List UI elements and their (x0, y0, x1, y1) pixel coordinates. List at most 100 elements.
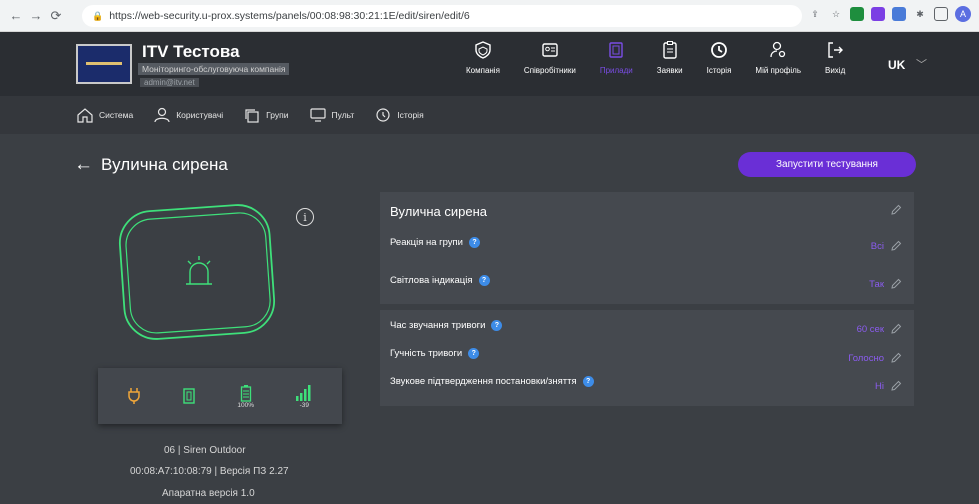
nav-label: Прилади (599, 66, 633, 75)
clipboard-icon (662, 41, 677, 59)
subnav-users[interactable]: Користувачі (153, 107, 223, 123)
language-selector[interactable]: UK (888, 58, 905, 72)
subnav-history[interactable]: Історія (374, 107, 424, 123)
nav-company[interactable]: Компанія (466, 40, 500, 75)
subnav-label: Пульт (331, 110, 355, 120)
subnav-system[interactable]: Система (76, 107, 133, 123)
settings-panel: Вулична сирена Реакція на групи ? Всі Св… (380, 192, 914, 304)
address-bar[interactable]: 🔒 https://web-security.u-prox.systems/pa… (82, 5, 802, 27)
history-icon (376, 108, 390, 122)
help-icon[interactable]: ? (491, 320, 503, 331)
setting-label: Час звучання тривоги (390, 320, 486, 331)
battery-icon (240, 384, 251, 402)
help-icon[interactable]: ? (478, 275, 490, 286)
reload-icon[interactable]: ⟳ (46, 8, 66, 24)
avatar[interactable]: A (955, 6, 971, 22)
signal-value: -39 (299, 401, 310, 409)
setting-label: Звукове підтвердження постановки/зняття (390, 376, 577, 387)
setting-row-arm-sound-confirm: Звукове підтвердження постановки/зняття … (390, 376, 594, 387)
company-name: ITV Тестова (142, 42, 240, 61)
device-hardware-version: Апаратна версія 1.0 (162, 488, 255, 499)
puzzle-icon[interactable]: ✱ (913, 7, 927, 21)
app-header: ITV Тестова Моніторинго-обслуговуюча ком… (0, 32, 979, 96)
setting-value-alarm-volume[interactable]: Голосно (848, 352, 902, 364)
back-arrow-icon[interactable]: ← (6, 8, 26, 23)
nav-history[interactable]: Історія (707, 40, 731, 75)
signal-strength-icon (296, 384, 311, 401)
page-title-text: Вулична сирена (101, 155, 228, 174)
back-arrow-icon[interactable]: ← (74, 154, 93, 176)
setting-label: Світлова індикація (390, 275, 473, 286)
pencil-icon (891, 204, 902, 215)
device-model: 06 | Siren Outdoor (164, 445, 246, 456)
setting-value: Так (869, 278, 884, 290)
profile-gear-icon (770, 41, 786, 58)
nav-profile[interactable]: Мій профіль (755, 40, 801, 75)
subnav-console[interactable]: Пульт (309, 107, 355, 123)
setting-value-arm-sound-confirm[interactable]: Ні (875, 380, 902, 392)
setting-value-light-indication[interactable]: Так (869, 278, 902, 290)
setting-row-alarm-duration: Час звучання тривоги ? (390, 320, 503, 331)
groups-icon (245, 109, 259, 123)
device-status-card: 100% -39 (98, 368, 342, 424)
extension-icon[interactable] (871, 7, 885, 21)
setting-label: Гучність тривоги (390, 348, 463, 359)
pencil-icon (891, 240, 902, 251)
nav-requests[interactable]: Заявки (657, 40, 683, 75)
nav-label: Мій профіль (755, 66, 801, 75)
device-mac-firmware: 00:08:A7:10:08:79 | Версія ПЗ 2.27 (130, 466, 289, 477)
top-navigation: Компанія Співробітники Прилади Заявки Іс… (466, 40, 869, 75)
power-plug-icon (127, 388, 140, 404)
power-status (127, 387, 141, 405)
browser-toolbar: ← → ⟳ 🔒 https://web-security.u-prox.syst… (0, 0, 979, 32)
setting-value: 60 сек (856, 323, 884, 335)
pencil-icon (891, 278, 902, 289)
setting-value-group-reaction[interactable]: Всі (871, 240, 902, 252)
pencil-icon (891, 352, 902, 363)
help-icon[interactable]: ? (468, 348, 480, 359)
nav-employees[interactable]: Співробітники (524, 40, 576, 75)
nav-devices[interactable]: Прилади (600, 40, 633, 75)
company-email: admin@itv.net (140, 78, 199, 87)
extension-icon[interactable] (850, 7, 864, 21)
edit-name-button[interactable] (884, 204, 902, 216)
forward-arrow-icon[interactable]: → (26, 8, 46, 23)
setting-value: Голосно (848, 352, 884, 364)
tamper-status (182, 387, 196, 405)
page-title: ← Вулична сирена (74, 154, 228, 176)
share-icon[interactable]: ⇪ (808, 7, 822, 21)
signal-status: -39 (295, 384, 313, 409)
monitor-icon (309, 108, 326, 122)
shield-icon (475, 41, 491, 59)
user-icon (154, 107, 170, 123)
battery-status: 100% (237, 384, 254, 409)
subnav-groups[interactable]: Групи (243, 107, 289, 123)
start-test-button[interactable]: Запустити тестування (738, 152, 916, 177)
setting-row-alarm-volume: Гучність тривоги ? (390, 348, 480, 359)
help-icon[interactable]: ? (469, 237, 480, 248)
nav-label: Заявки (656, 66, 683, 75)
logout-icon (828, 42, 844, 58)
nav-label: Компанія (466, 66, 500, 75)
home-icon (77, 108, 93, 123)
info-icon[interactable]: i (296, 208, 314, 226)
subnav-label: Система (99, 110, 134, 120)
sub-navigation: Система Користувачі Групи Пульт Історія (0, 96, 979, 134)
nav-label: Співробітники (523, 66, 576, 75)
nav-logout[interactable]: Вихід (825, 40, 845, 75)
battery-value: 100% (237, 401, 254, 409)
extension-icon[interactable] (892, 7, 906, 21)
pencil-icon (891, 380, 902, 391)
device-icon (609, 42, 623, 58)
company-logo (76, 44, 132, 84)
window-icon[interactable] (934, 7, 948, 21)
chevron-down-icon[interactable]: ﹀ (916, 56, 927, 72)
subnav-label: Користувачі (176, 110, 224, 120)
nav-label: Вихід (824, 66, 846, 75)
subnav-label: Історія (397, 110, 424, 120)
setting-value-alarm-duration[interactable]: 60 сек (857, 323, 902, 335)
bookmark-star-icon[interactable]: ☆ (829, 7, 843, 21)
help-icon[interactable]: ? (582, 376, 594, 387)
company-subtitle: Моніторинго-обслуговуюча компанія (138, 63, 290, 75)
alarm-settings-panel: Час звучання тривоги ? 60 сек Гучність т… (380, 310, 914, 406)
